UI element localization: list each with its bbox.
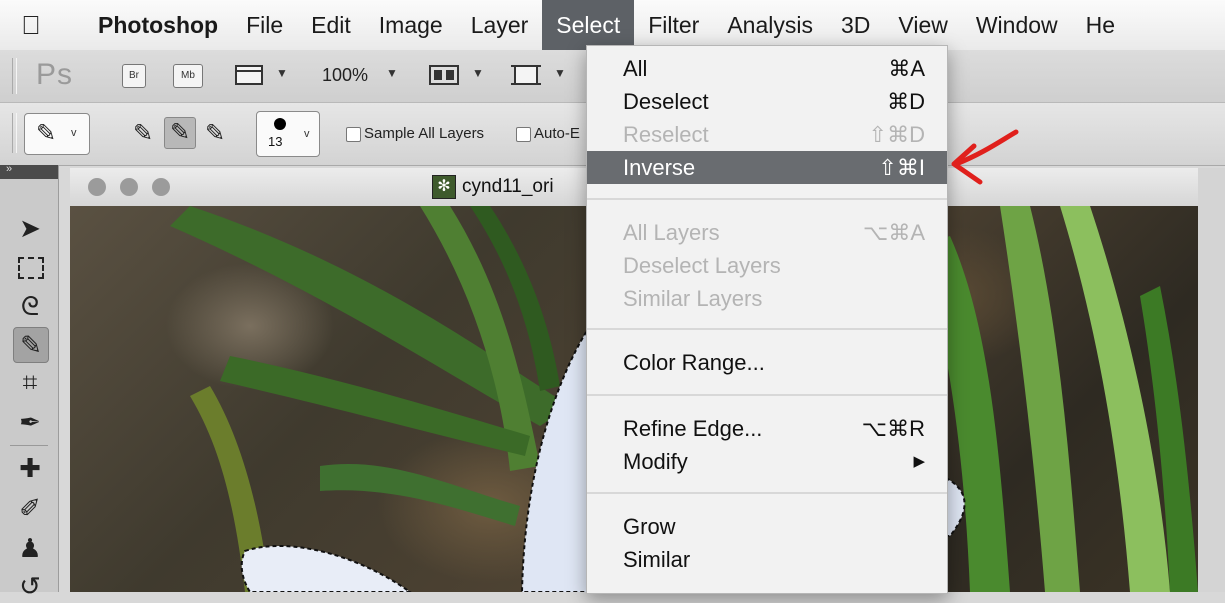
new-selection-brush-icon[interactable]: ✎ — [128, 119, 158, 149]
menu-select[interactable]: Select — [542, 0, 635, 50]
sample-all-layers-label: Sample All Layers — [364, 125, 485, 142]
menu-bar:  Photoshop File Edit Image Layer Select… — [0, 0, 1225, 51]
ps-logo: Ps — [36, 58, 74, 91]
tool-preset-picker[interactable]: ✎ v — [24, 113, 90, 155]
menu-window[interactable]: Window — [962, 0, 1072, 50]
right-panel-edge — [1198, 168, 1225, 592]
mini-bridge-button[interactable]: Mb — [173, 64, 203, 88]
menu-image[interactable]: Image — [365, 0, 457, 50]
menu-item-similar[interactable]: Similar — [587, 543, 947, 576]
quick-selection-tool-icon[interactable]: ✎ — [13, 327, 49, 363]
tools-panel-header[interactable]: » — [0, 163, 58, 179]
lasso-tool-icon[interactable]: ᘓ — [13, 289, 47, 323]
zoom-window-icon[interactable] — [152, 178, 170, 196]
arrange-documents-icon — [429, 65, 459, 85]
tools-panel: » ➤ ᘓ ✎ ⌗ ✒ ✚ ✐ ♟ ↺ — [0, 163, 59, 601]
menu-item-modify[interactable]: Modify ▶ — [587, 445, 947, 478]
brush-size-value: 13 — [268, 134, 283, 149]
move-tool-icon[interactable]: ➤ — [13, 211, 47, 245]
sample-all-layers-checkbox[interactable] — [346, 127, 361, 142]
menu-help[interactable]: He — [1072, 0, 1129, 50]
close-window-icon[interactable] — [88, 178, 106, 196]
menu-file[interactable]: File — [232, 0, 297, 50]
extras-icon — [235, 65, 263, 85]
menu-separator — [587, 394, 947, 396]
menu-item-deselect-layers: Deselect Layers — [623, 253, 781, 278]
menu-item-color-range[interactable]: Color Range... — [587, 346, 947, 379]
tool-divider — [10, 445, 48, 446]
menu-edit[interactable]: Edit — [297, 0, 365, 50]
brush-size-picker[interactable]: 13 v — [256, 111, 320, 157]
menu-item-refine-edge[interactable]: Refine Edge... ⌥⌘R — [587, 412, 947, 445]
chevron-down-icon[interactable]: ▼ — [386, 66, 398, 80]
chevron-down-icon[interactable]: ▼ — [554, 66, 566, 80]
clone-stamp-tool-icon[interactable]: ♟ — [13, 531, 47, 565]
add-to-selection-brush-icon[interactable]: ✎ — [164, 117, 196, 149]
healing-brush-tool-icon[interactable]: ✚ — [13, 451, 47, 485]
menu-layer[interactable]: Layer — [457, 0, 543, 50]
grip-handle[interactable] — [12, 58, 17, 94]
chevron-down-icon[interactable]: ▼ — [276, 66, 288, 80]
menu-separator — [587, 198, 947, 200]
chevron-down-icon: v — [71, 127, 77, 139]
screen-mode-icon — [511, 65, 541, 85]
chevron-down-icon[interactable]: ▼ — [472, 66, 484, 80]
marquee-tool-icon[interactable] — [13, 251, 47, 285]
select-menu-dropdown: All ⌘A Deselect ⌘D Reselect ⇧⌘D Inverse … — [586, 45, 948, 594]
menu-item-all[interactable]: All ⌘A — [587, 52, 947, 85]
collapse-icon[interactable]: » — [6, 163, 12, 175]
menu-3d[interactable]: 3D — [827, 0, 884, 50]
annotation-arrow-icon — [951, 129, 1019, 185]
subtract-selection-brush-icon[interactable]: ✎ — [200, 119, 230, 149]
menu-filter[interactable]: Filter — [634, 0, 713, 50]
submenu-arrow-icon: ▶ — [913, 453, 925, 470]
bridge-button[interactable]: Br — [122, 64, 146, 88]
chevron-down-icon: v — [304, 128, 310, 140]
menu-item-reselect: Reselect ⇧⌘D — [623, 122, 925, 147]
menu-view[interactable]: View — [884, 0, 961, 50]
auto-enhance-checkbox[interactable] — [516, 127, 531, 142]
extras-button[interactable] — [234, 63, 264, 87]
crop-tool-icon[interactable]: ⌗ — [13, 365, 47, 399]
brush-tip-icon — [274, 118, 286, 130]
menu-item-similar-layers: Similar Layers — [623, 286, 763, 311]
menu-separator — [587, 492, 947, 494]
arrange-documents-button[interactable] — [428, 63, 460, 87]
menu-app-name[interactable]: Photoshop — [84, 0, 232, 50]
grip-handle[interactable] — [12, 113, 17, 153]
menu-item-deselect[interactable]: Deselect ⌘D — [587, 85, 947, 118]
eyedropper-tool-icon[interactable]: ✒ — [13, 405, 47, 439]
quick-selection-icon: ✎ — [35, 120, 57, 147]
document-thumbnail-icon: ✻ — [432, 175, 456, 199]
history-brush-tool-icon[interactable]: ↺ — [13, 569, 47, 603]
auto-enhance-label: Auto-E — [534, 125, 580, 142]
menu-item-inverse[interactable]: Inverse ⇧⌘I — [587, 151, 947, 184]
zoom-level[interactable]: 100% — [322, 65, 368, 86]
menu-separator — [587, 328, 947, 330]
menu-analysis[interactable]: Analysis — [713, 0, 827, 50]
apple-logo-icon[interactable]:  — [0, 10, 62, 41]
document-title: cynd11_ori — [462, 176, 554, 197]
menu-item-grow[interactable]: Grow — [587, 510, 947, 543]
minimize-window-icon[interactable] — [120, 178, 138, 196]
screen-mode-button[interactable] — [510, 61, 542, 89]
brush-tool-icon[interactable]: ✐ — [13, 491, 47, 525]
menu-item-all-layers: All Layers ⌥⌘A — [623, 220, 925, 245]
